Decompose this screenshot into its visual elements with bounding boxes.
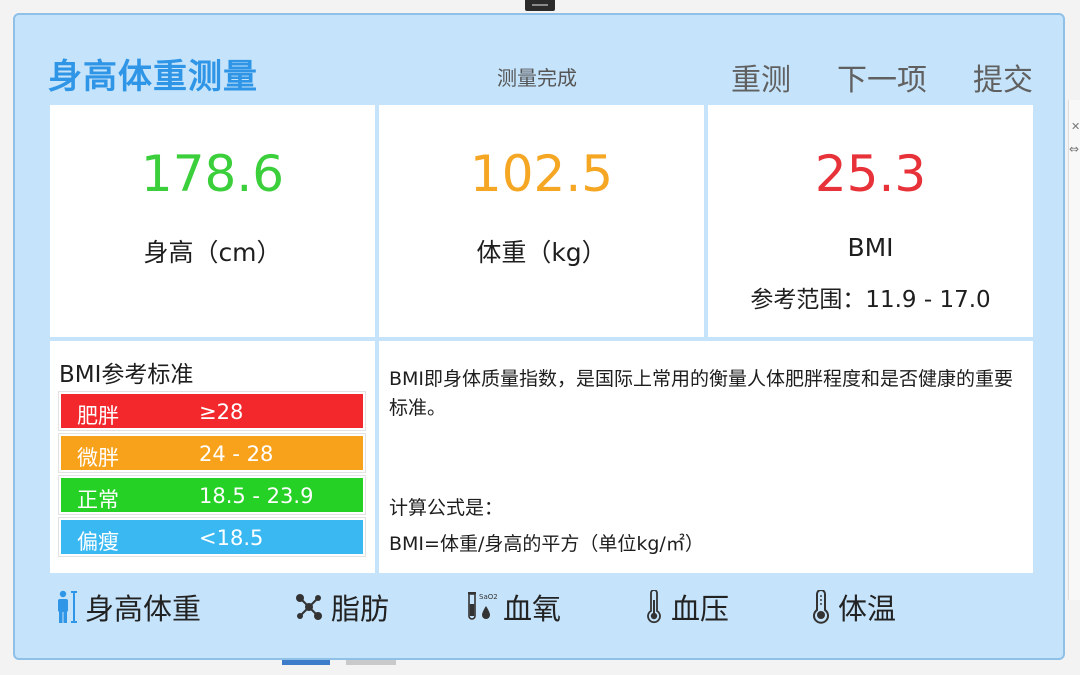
close-icon: ✕ [1071,120,1080,133]
reference-row-underweight: 偏瘦 <18.5 [59,518,365,556]
reference-range: 24 - 28 [199,442,274,466]
thermometer-icon [813,590,829,624]
reference-range: ≥28 [199,400,244,424]
nav-item-blood-pressure[interactable]: 血压 [643,587,729,627]
submit-button[interactable]: 提交 [973,55,1033,99]
measurement-nav: 身高体重 脂肪 SaO2 血氧 血压 体温 [53,587,1033,627]
nav-item-temperature[interactable]: 体温 [810,587,896,627]
bmi-reference-card: BMI参考标准 肥胖 ≥28 微胖 24 - 28 正常 18.5 - 23.9… [50,341,375,573]
nav-item-height-weight[interactable]: 身高体重 [53,587,201,627]
bmi-reference-range: 参考范围：11.9 - 17.0 [750,287,991,313]
spo2-tube-icon: SaO2 [468,592,497,620]
bmi-card: 25.3 BMI 参考范围：11.9 - 17.0 [708,105,1033,337]
taskbar-indicator [282,660,330,665]
remeasure-button[interactable]: 重测 [731,55,791,99]
reference-row-overweight: 微胖 24 - 28 [59,434,365,472]
person-height-icon [58,590,77,623]
reference-range: 18.5 - 23.9 [199,484,314,508]
bmi-description: BMI即身体质量指数，是国际上常用的衡量人体肥胖程度和是否健康的重要标准。 [389,368,1014,419]
height-label: 身高（cm） [143,238,282,267]
header-actions: 重测 下一项 提交 [731,55,1033,99]
spo2-label: SaO2 [479,593,497,601]
result-grid: 178.6 身高（cm） 102.5 体重（kg） 25.3 BMI 参考范围：… [50,105,1033,573]
bmi-value: 25.3 [814,145,927,203]
weight-value: 102.5 [469,145,614,203]
background-taskbar-fragment [280,660,420,672]
thermometer-icon [647,590,661,624]
weight-card: 102.5 体重（kg） [379,105,704,337]
measurement-window: 身高体重测量 测量完成 重测 下一项 提交 178.6 身高（cm） 102.5… [13,13,1065,660]
window-drag-handle[interactable] [525,0,555,11]
taskbar-indicator [346,660,396,665]
next-item-button[interactable]: 下一项 [837,55,927,99]
nav-label: 体温 [838,592,897,626]
link-icon: ⇔ [1069,142,1080,156]
formula-label: 计算公式是： [389,497,504,519]
height-card: 178.6 身高（cm） [50,105,375,337]
reference-range: <18.5 [199,526,264,550]
molecule-icon [296,594,322,620]
nav-label: 血氧 [503,592,562,626]
weight-label: 体重（kg） [476,238,607,267]
background-window-edge: ✕ ⇔ [1068,100,1080,600]
reference-name: 正常 [77,488,119,512]
nav-item-fat[interactable]: 脂肪 [293,587,389,627]
nav-label: 身高体重 [85,592,202,626]
reference-name: 肥胖 [77,404,119,428]
measurement-status: 测量完成 [497,66,577,90]
reference-title: BMI参考标准 [59,362,194,388]
reference-name: 偏瘦 [77,530,119,554]
height-value: 178.6 [140,145,285,203]
page-title: 身高体重测量 [48,57,258,97]
nav-label: 脂肪 [331,592,390,626]
reference-name: 微胖 [77,446,119,470]
reference-row-obese: 肥胖 ≥28 [59,392,365,430]
nav-label: 血压 [671,592,730,626]
bmi-label: BMI [847,233,894,262]
bmi-formula: BMI=体重/身高的平方（单位kg/㎡） [389,533,704,555]
reference-row-normal: 正常 18.5 - 23.9 [59,476,365,514]
nav-item-blood-oxygen[interactable]: SaO2 血氧 [465,587,561,627]
bmi-description-card: BMI即身体质量指数，是国际上常用的衡量人体肥胖程度和是否健康的重要标准。 计算… [379,341,1033,573]
